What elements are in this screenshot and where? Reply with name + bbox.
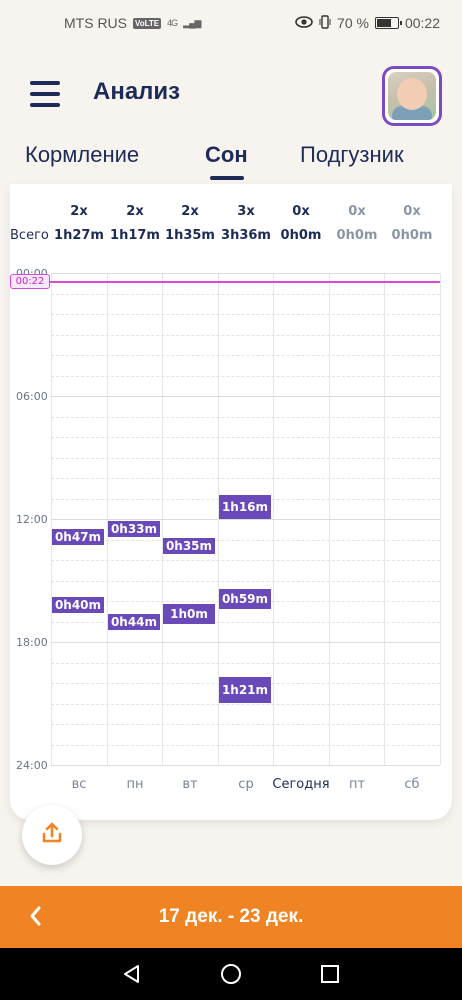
sleep-event[interactable]: 1h0m [163,604,215,624]
total-cell: 0h0m [280,228,322,243]
battery-icon [374,17,402,29]
day-label: вс [71,777,87,792]
sleep-event[interactable]: 0h40m [52,597,104,613]
sleep-event[interactable]: 0h35m [163,538,215,554]
count-cell: 2x [70,204,88,219]
total-label: Всего [10,228,49,243]
day-label: пт [348,777,366,792]
grid-row-line [51,745,440,746]
tab-feeding[interactable]: Кормление [25,142,139,168]
app-header: Анализ [0,46,462,142]
sleep-event[interactable]: 0h47m [52,529,104,545]
total-cell: 1h27m [54,228,104,243]
grid-row-line [51,663,440,664]
grid-row-line [51,642,440,643]
grid-row-line [51,458,440,459]
total-cell: 0h0m [336,228,378,243]
tab-active-indicator [210,176,244,180]
avatar[interactable] [382,66,442,126]
back-triangle-icon [124,965,139,983]
share-icon [40,821,64,850]
grid-row-line [51,724,440,725]
vibrate-icon [319,14,331,32]
time-label: 12:00 [16,513,48,526]
date-range-bar: 17 дек. - 23 дек. [0,886,462,948]
count-cell: 2x [126,204,144,219]
volte-badge: VoLTE [133,17,162,29]
time-label: 24:00 [16,759,48,772]
grid-row-line [51,765,440,766]
grid-row-line [51,294,440,295]
sleep-event[interactable]: 0h59m [219,589,271,609]
day-label: вт [182,777,198,792]
carrier-label: MTS RUS [64,15,127,31]
recents-square-icon [321,965,339,983]
home-circle-icon [221,964,241,984]
total-cell: 1h17m [110,228,160,243]
day-label: сб [404,777,420,792]
back-nav-button[interactable] [120,962,144,986]
count-cell: 0x [348,204,366,219]
time-label: 06:00 [16,390,48,403]
count-cell: 0x [292,204,310,219]
count-row: 2x 2x 2x 3x 0x 0x 0x [0,204,462,224]
day-label: пн [126,777,144,792]
current-time-line [10,281,440,283]
day-label-today: Сегодня [272,777,330,792]
grid-row-line [51,376,440,377]
signal-icon: ▂▄▆ [183,17,201,28]
total-row: Всего 1h27m 1h17m 1h35m 3h36m 0h0m 0h0m … [0,228,462,248]
grid-column-line [440,273,441,765]
battery-percent: 70 % [337,15,369,31]
grid-row-line [51,581,440,582]
sleep-event[interactable]: 1h21m [219,677,271,703]
grid-row-line [51,560,440,561]
time-label: 18:00 [16,636,48,649]
sleep-event[interactable]: 1h16m [219,495,271,519]
system-nav-bar [0,948,462,1000]
status-bar: MTS RUS VoLTE 4G ▂▄▆ 70 % 00:22 [0,0,462,46]
grid-row-line [51,273,440,274]
count-cell: 0x [403,204,421,219]
current-time-badge: 00:22 [10,274,50,289]
grid-row-line [51,314,440,315]
recents-nav-button[interactable] [318,962,342,986]
grid-row-line [51,478,440,479]
tab-sleep[interactable]: Сон [205,142,248,168]
sleep-event[interactable]: 0h33m [108,521,160,537]
clock: 00:22 [404,15,440,31]
grid-row-line [51,396,440,397]
total-cell: 3h36m [221,228,271,243]
menu-icon[interactable] [30,81,60,107]
eye-icon [295,15,313,31]
total-cell: 1h35m [165,228,215,243]
count-cell: 2x [181,204,199,219]
network-type: 4G [167,18,178,28]
total-cell: 0h0m [391,228,433,243]
date-range-label: 17 дек. - 23 дек. [158,906,304,927]
grid-row-line [51,519,440,520]
tab-diaper[interactable]: Подгузник [300,142,404,168]
count-cell: 3x [237,204,255,219]
grid-row-line [51,417,440,418]
grid-row-line [51,355,440,356]
sleep-event[interactable]: 0h44m [108,614,160,630]
grid-row-line [51,540,440,541]
avatar-photo [388,72,436,120]
grid-row-line [51,437,440,438]
grid-row-line [51,335,440,336]
grid-row-line [51,704,440,705]
page-title: Анализ [93,78,181,105]
tab-bar: Кормление Сон Подгузник [0,140,462,184]
share-button[interactable] [22,805,82,865]
home-nav-button[interactable] [219,962,243,986]
